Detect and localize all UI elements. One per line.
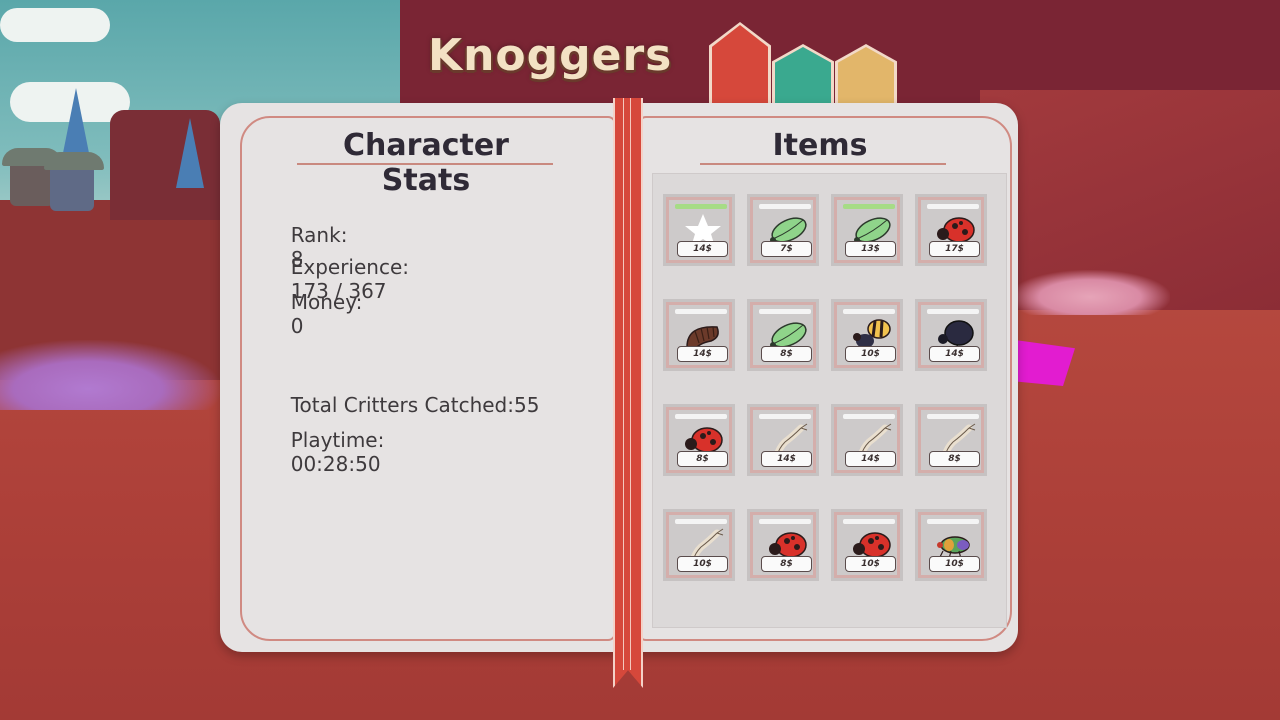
item-price: 13$ (845, 241, 896, 257)
item-bar (843, 519, 895, 524)
item-slot-background: 10$ (837, 515, 897, 575)
money-stat: Money: 0 (278, 266, 375, 338)
item-slot-background: 7$ (753, 200, 813, 260)
item-price: 7$ (761, 241, 812, 257)
item-price: 14$ (845, 451, 896, 467)
playtime-label: Playtime: (290, 428, 385, 452)
item-slot[interactable]: 10$ (663, 509, 735, 581)
item-price: 8$ (929, 451, 980, 467)
hut-roof (44, 152, 104, 170)
item-slot[interactable]: 14$ (747, 404, 819, 476)
item-bar (927, 309, 979, 314)
item-slot-background: 10$ (837, 305, 897, 365)
item-slot[interactable]: 14$ (915, 299, 987, 371)
item-slot[interactable]: 17$ (915, 194, 987, 266)
playtime-value: 00:28:50 (290, 452, 381, 476)
cloud (0, 8, 110, 42)
item-slot[interactable]: 14$ (831, 404, 903, 476)
tree (176, 118, 204, 188)
item-slot[interactable]: 14$ (663, 194, 735, 266)
item-slot[interactable]: 14$ (663, 299, 735, 371)
item-bar (759, 519, 811, 524)
grass (1010, 270, 1170, 315)
item-price: 8$ (761, 346, 812, 362)
item-price: 14$ (761, 451, 812, 467)
item-slot-background: 14$ (669, 200, 729, 260)
item-slot[interactable]: 8$ (915, 404, 987, 476)
item-price: 8$ (761, 556, 812, 572)
item-bar (843, 309, 895, 314)
item-price: 14$ (929, 346, 980, 362)
item-slot-background: 8$ (753, 305, 813, 365)
divider (700, 163, 946, 165)
item-slot[interactable]: 13$ (831, 194, 903, 266)
ribbon-stitching (623, 98, 631, 670)
item-price: 10$ (845, 556, 896, 572)
hut (50, 165, 94, 211)
item-slot[interactable]: 8$ (747, 299, 819, 371)
item-price: 10$ (929, 556, 980, 572)
item-slot[interactable]: 8$ (663, 404, 735, 476)
item-bar (927, 204, 979, 209)
item-price: 14$ (677, 241, 728, 257)
item-bar (927, 519, 979, 524)
item-bar (675, 204, 727, 209)
item-price: 17$ (929, 241, 980, 257)
item-bar (759, 414, 811, 419)
item-slot-background: 17$ (921, 200, 981, 260)
items-title: Items (772, 128, 868, 163)
item-price: 8$ (677, 451, 728, 467)
divider (297, 163, 553, 165)
item-slot-background: 14$ (753, 410, 813, 470)
item-slot-background: 10$ (921, 515, 981, 575)
item-slot[interactable]: 10$ (831, 509, 903, 581)
item-bar (675, 414, 727, 419)
item-bar (843, 414, 895, 419)
item-bar (843, 204, 895, 209)
item-slot-background: 13$ (837, 200, 897, 260)
critters-value: 55 (514, 393, 540, 417)
item-bar (675, 309, 727, 314)
money-value: 0 (290, 314, 304, 338)
item-slot-background: 8$ (921, 410, 981, 470)
item-slot-background: 8$ (753, 515, 813, 575)
item-bar (675, 519, 727, 524)
item-slot[interactable]: 10$ (915, 509, 987, 581)
item-slot[interactable]: 10$ (831, 299, 903, 371)
item-slot-background: 14$ (837, 410, 897, 470)
item-slot[interactable]: 7$ (747, 194, 819, 266)
item-slot-background: 10$ (669, 515, 729, 575)
playtime-stat: Playtime: 00:28:50 (278, 404, 391, 476)
item-slot-background: 14$ (921, 305, 981, 365)
money-label: Money: (290, 290, 363, 314)
grass (0, 340, 220, 410)
tree (62, 88, 90, 158)
item-bar (759, 309, 811, 314)
item-bar (927, 414, 979, 419)
item-price: 10$ (677, 556, 728, 572)
item-price: 10$ (845, 346, 896, 362)
item-slot-background: 14$ (669, 305, 729, 365)
item-bar (759, 204, 811, 209)
item-price: 14$ (677, 346, 728, 362)
item-slot[interactable]: 8$ (747, 509, 819, 581)
item-slot-background: 8$ (669, 410, 729, 470)
character-name: Knoggers (428, 30, 673, 81)
